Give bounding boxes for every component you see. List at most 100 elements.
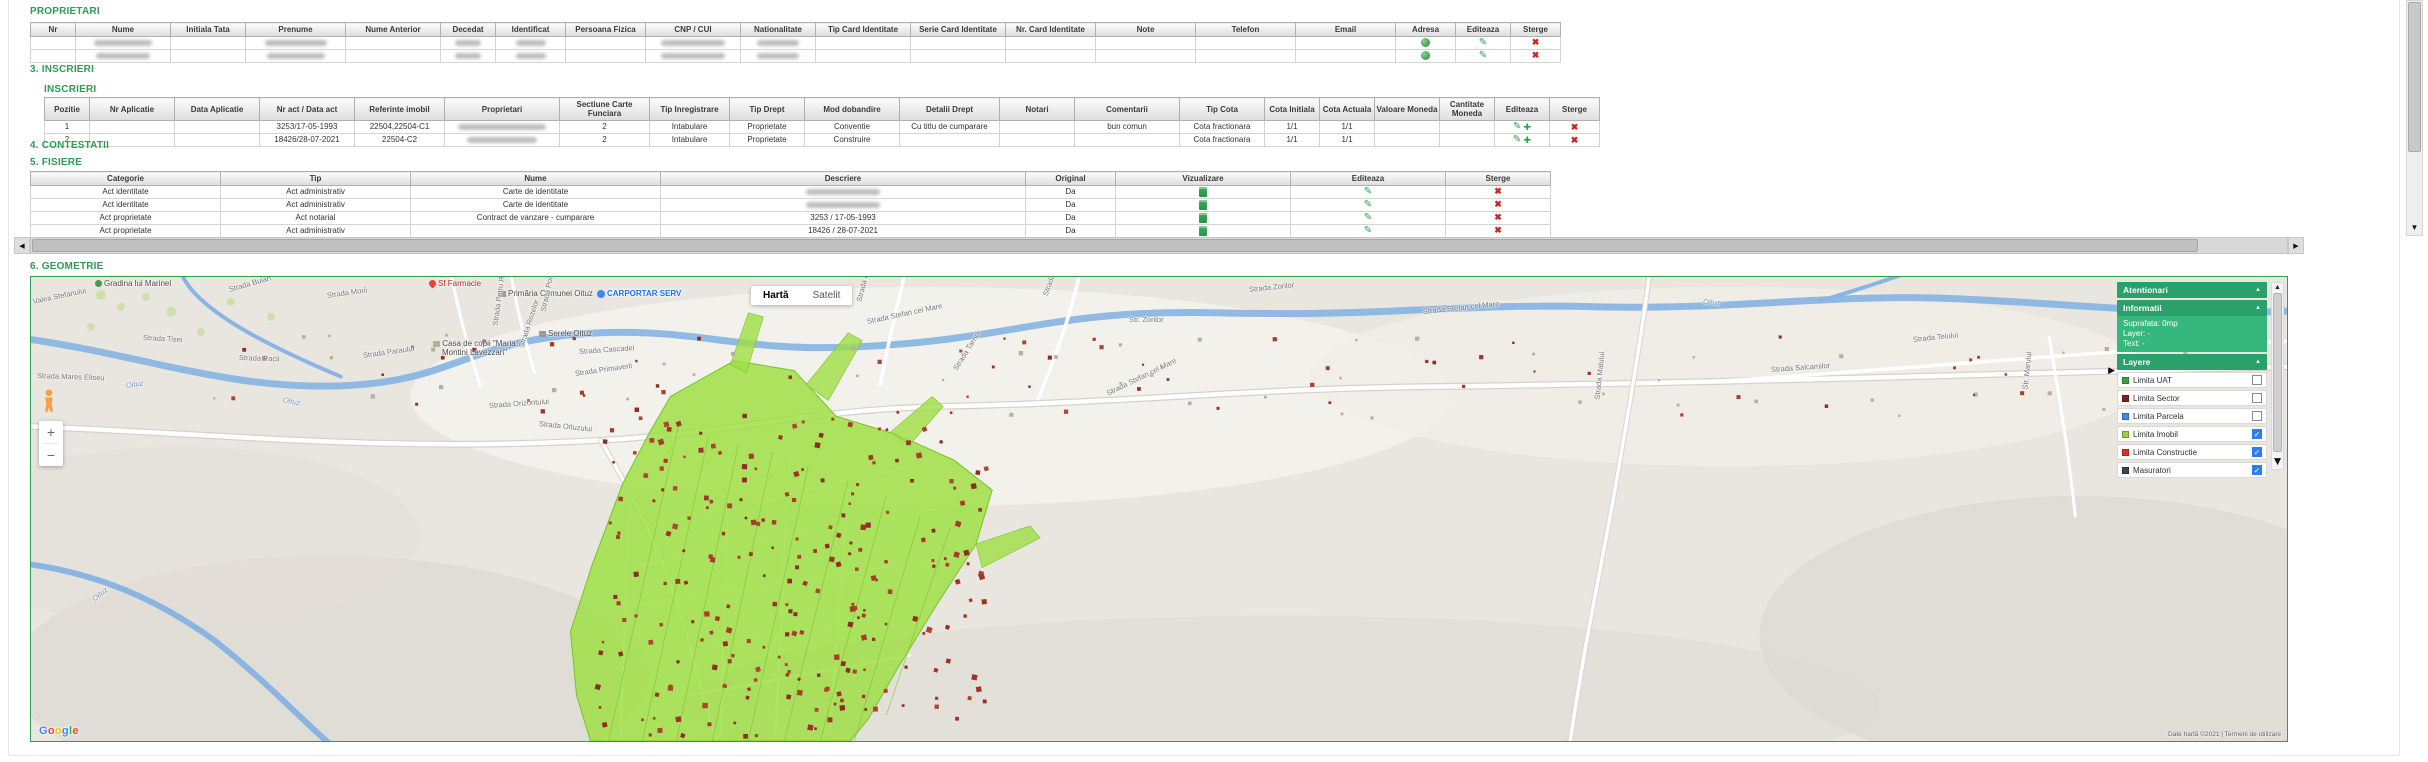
scroll-right-arrow[interactable]: ▶ <box>2288 237 2304 254</box>
column-header[interactable]: Nationalitate <box>741 23 816 37</box>
column-header[interactable]: Tip <box>221 172 411 186</box>
view-document-icon[interactable] <box>1199 213 1207 223</box>
column-header[interactable]: Cantitate Moneda <box>1440 98 1495 121</box>
layer-checkbox[interactable]: ✓ <box>2252 429 2262 439</box>
scroll-left-arrow[interactable]: ◀ <box>14 237 30 254</box>
scroll-down-arrow[interactable]: ▼ <box>2407 219 2422 235</box>
table-row[interactable]: ✎✖ <box>31 50 1561 63</box>
table-row[interactable]: Act proprietateAct notarialContract de v… <box>31 212 1551 225</box>
layer-item[interactable]: Limita Parcela <box>2117 408 2267 424</box>
panel-header-informatii[interactable]: Informatii ▲ <box>2117 300 2267 316</box>
column-header[interactable]: Email <box>1296 23 1396 37</box>
column-header[interactable]: Serie Card Identitate <box>911 23 1006 37</box>
delete-icon[interactable]: ✖ <box>1532 38 1540 47</box>
column-header[interactable]: Persoana Fizica <box>566 23 646 37</box>
edit-icon[interactable]: ✎ <box>1364 213 1372 223</box>
edit-icon[interactable]: ✎ <box>1513 135 1521 145</box>
column-header[interactable]: Nr Aplicatie <box>90 98 175 121</box>
chevron-up-icon[interactable]: ▲ <box>2255 359 2261 365</box>
column-header[interactable]: Detalii Drept <box>900 98 1000 121</box>
column-header[interactable]: Proprietari <box>445 98 560 121</box>
edit-icon[interactable]: ✎ <box>1479 38 1487 48</box>
view-document-icon[interactable] <box>1199 226 1207 236</box>
zoom-out-button[interactable]: − <box>39 444 63 466</box>
layer-checkbox[interactable] <box>2252 393 2262 403</box>
map-canvas[interactable] <box>31 277 2287 741</box>
column-header[interactable]: Identificat <box>496 23 566 37</box>
layer-checkbox[interactable] <box>2252 375 2262 385</box>
zoom-in-button[interactable]: + <box>39 421 63 443</box>
table-row[interactable]: ✎✖ <box>31 37 1561 50</box>
panel-header-atentionari[interactable]: Atentionari ▲ <box>2117 282 2267 298</box>
layer-item[interactable]: Limita UAT <box>2117 372 2267 388</box>
column-header[interactable]: Nume <box>76 23 171 37</box>
column-header[interactable]: Tip Drept <box>730 98 805 121</box>
delete-icon[interactable]: ✖ <box>1494 226 1502 235</box>
column-header[interactable]: Cota Actuala <box>1320 98 1375 121</box>
table-row[interactable]: Act identitateAct administrativCarte de … <box>31 199 1551 212</box>
layer-checkbox[interactable] <box>2252 411 2262 421</box>
column-header[interactable]: Editeaza <box>1495 98 1550 121</box>
column-header[interactable]: Editeaza <box>1456 23 1511 37</box>
column-header[interactable]: Descriere <box>661 172 1026 186</box>
column-header[interactable]: Notari <box>1000 98 1075 121</box>
column-header[interactable]: Data Aplicatie <box>175 98 260 121</box>
column-header[interactable]: Sectiune Carte Funciara <box>560 98 650 121</box>
panel-header-layere[interactable]: Layere ▲ <box>2117 354 2267 370</box>
edit-icon[interactable]: ✎ <box>1364 187 1372 197</box>
column-header[interactable]: Adresa <box>1396 23 1456 37</box>
column-header[interactable]: Original <box>1026 172 1116 186</box>
table-row[interactable]: Act identitateAct administrativCarte de … <box>31 186 1551 199</box>
edit-icon[interactable]: ✎ <box>1364 226 1372 236</box>
scrollbar-thumb[interactable] <box>32 239 2198 252</box>
column-header[interactable]: Referinte imobil <box>355 98 445 121</box>
delete-icon[interactable]: ✖ <box>1494 200 1502 209</box>
panel-scrollbar[interactable]: ▲ ▼ <box>2271 282 2284 470</box>
column-header[interactable]: Nume Anterior <box>346 23 441 37</box>
delete-icon[interactable]: ✖ <box>1571 136 1579 145</box>
column-header[interactable]: Tip Card Identitate <box>816 23 911 37</box>
satellite-button[interactable]: Satelit <box>801 286 853 305</box>
column-header[interactable]: Cota Initiala <box>1265 98 1320 121</box>
layer-checkbox[interactable]: ✓ <box>2252 447 2262 457</box>
scroll-down-arrow[interactable]: ▼ <box>2272 454 2284 469</box>
column-header[interactable]: Sterge <box>1550 98 1600 121</box>
attach-icon[interactable]: ✚ <box>1524 136 1532 145</box>
column-header[interactable]: Nr. Card Identitate <box>1006 23 1096 37</box>
layer-item[interactable]: Limita Imobil✓ <box>2117 426 2267 442</box>
chevron-up-icon[interactable]: ▲ <box>2255 287 2261 293</box>
delete-icon[interactable]: ✖ <box>1494 187 1502 196</box>
edit-icon[interactable]: ✎ <box>1513 122 1521 132</box>
panel-collapse-arrow[interactable]: ▶ <box>2108 365 2115 376</box>
view-document-icon[interactable] <box>1199 187 1207 197</box>
column-header[interactable]: Note <box>1096 23 1196 37</box>
delete-icon[interactable]: ✖ <box>1571 123 1579 132</box>
scroll-up-arrow[interactable]: ▲ <box>2274 283 2281 291</box>
column-header[interactable]: Vizualizare <box>1116 172 1291 186</box>
column-header[interactable]: Mod dobandire <box>805 98 900 121</box>
delete-icon[interactable]: ✖ <box>1532 51 1540 60</box>
delete-icon[interactable]: ✖ <box>1494 213 1502 222</box>
attach-icon[interactable]: ✚ <box>1524 123 1532 132</box>
layer-item[interactable]: Limita Sector <box>2117 390 2267 406</box>
column-header[interactable]: Prenume <box>246 23 346 37</box>
table-row[interactable]: 218426/28-07-202122504-C22IntabulareProp… <box>45 134 1600 147</box>
column-header[interactable]: Telefon <box>1196 23 1296 37</box>
globe-icon[interactable] <box>1421 51 1430 60</box>
chevron-up-icon[interactable]: ▲ <box>2255 305 2261 311</box>
view-document-icon[interactable] <box>1199 200 1207 210</box>
column-header[interactable]: CNP / CUI <box>646 23 741 37</box>
column-header[interactable]: Tip Inregistrare <box>650 98 730 121</box>
column-header[interactable]: Sterge <box>1446 172 1551 186</box>
column-header[interactable]: Nr act / Data act <box>260 98 355 121</box>
table-row[interactable]: Act proprietateAct administrativ18426 / … <box>31 225 1551 238</box>
column-header[interactable]: Categorie <box>31 172 221 186</box>
table-row[interactable]: 13253/17-05-199322504,22504-C12Intabular… <box>45 121 1600 134</box>
edit-icon[interactable]: ✎ <box>1479 51 1487 61</box>
scrollbar-track[interactable] <box>30 237 2288 254</box>
column-header[interactable]: Comentarii <box>1075 98 1180 121</box>
column-header[interactable]: Tip Cota <box>1180 98 1265 121</box>
edit-icon[interactable]: ✎ <box>1364 200 1372 210</box>
column-header[interactable]: Initiala Tata <box>171 23 246 37</box>
column-header[interactable]: Pozitie <box>45 98 90 121</box>
